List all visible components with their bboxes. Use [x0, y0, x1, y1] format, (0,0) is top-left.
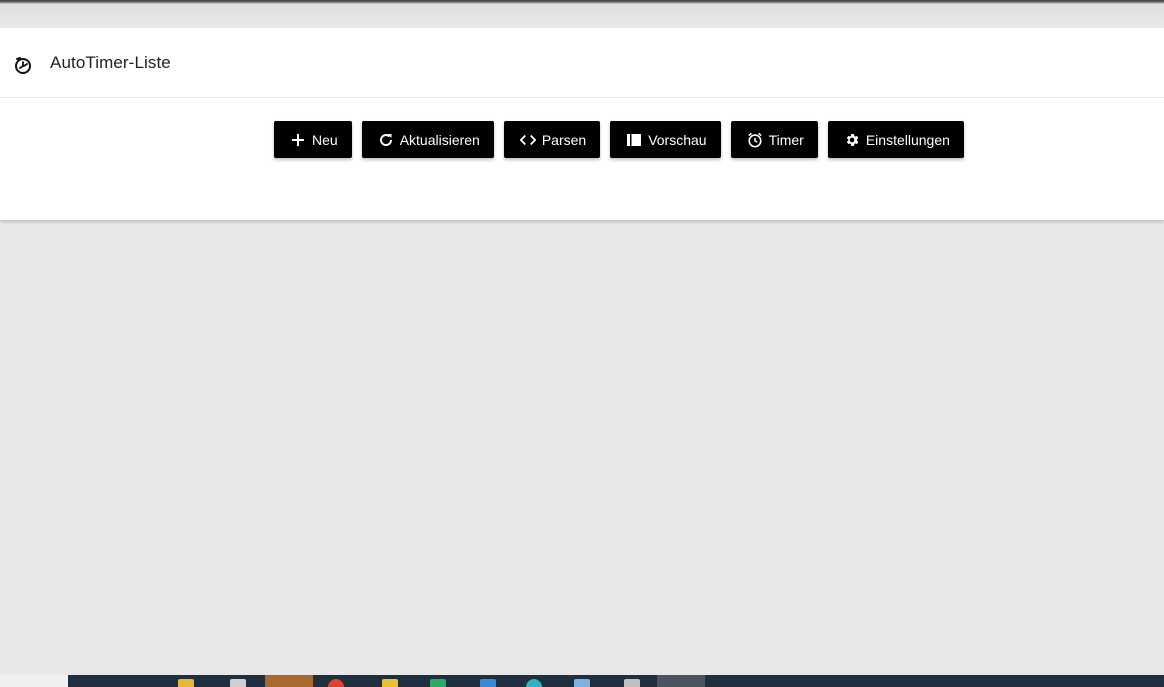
app-icon[interactable]	[526, 679, 542, 687]
autotimer-icon	[12, 54, 34, 76]
parse-button[interactable]: Parsen	[503, 121, 601, 158]
new-button-label: Neu	[312, 131, 338, 148]
preview-button-label: Vorschau	[648, 131, 707, 148]
plus-icon	[290, 132, 306, 148]
timer-button[interactable]: Timer	[730, 121, 818, 158]
document-icon[interactable]	[230, 679, 246, 687]
preview-button[interactable]: Vorschau	[610, 121, 721, 158]
settings-button-label: Einstellungen	[865, 131, 950, 148]
page-title: AutoTimer-Liste	[50, 53, 171, 72]
spreadsheet-icon[interactable]	[430, 679, 446, 687]
app-icon[interactable]	[382, 679, 398, 687]
browser-top-edge	[0, 0, 1164, 28]
os-taskbar	[0, 675, 1164, 687]
app-icon[interactable]	[574, 679, 590, 687]
refresh-button[interactable]: Aktualisieren	[361, 121, 494, 158]
browser-icon[interactable]	[328, 679, 344, 687]
card-header: AutoTimer-Liste	[0, 28, 1164, 98]
app-icon[interactable]	[624, 679, 640, 687]
alarm-clock-icon	[747, 132, 763, 148]
taskbar-search-area[interactable]	[0, 675, 68, 687]
toolbar: Neu Aktualisieren Parsen Vorschau Timer …	[274, 121, 964, 158]
folder-icon[interactable]	[178, 679, 194, 687]
active-app-icon[interactable]	[265, 675, 313, 687]
code-icon	[519, 132, 536, 148]
new-button[interactable]: Neu	[274, 121, 352, 158]
settings-button[interactable]: Einstellungen	[827, 121, 964, 158]
refresh-button-label: Aktualisieren	[399, 131, 480, 148]
preview-icon	[626, 132, 642, 148]
active-app-icon[interactable]	[657, 675, 705, 687]
refresh-icon	[378, 132, 394, 148]
parse-button-label: Parsen	[541, 131, 587, 148]
timer-button-label: Timer	[768, 131, 804, 148]
gear-icon	[844, 132, 860, 148]
autotimer-card: AutoTimer-Liste Neu Aktualisieren Parsen…	[0, 28, 1164, 220]
app-icon[interactable]	[480, 679, 496, 687]
